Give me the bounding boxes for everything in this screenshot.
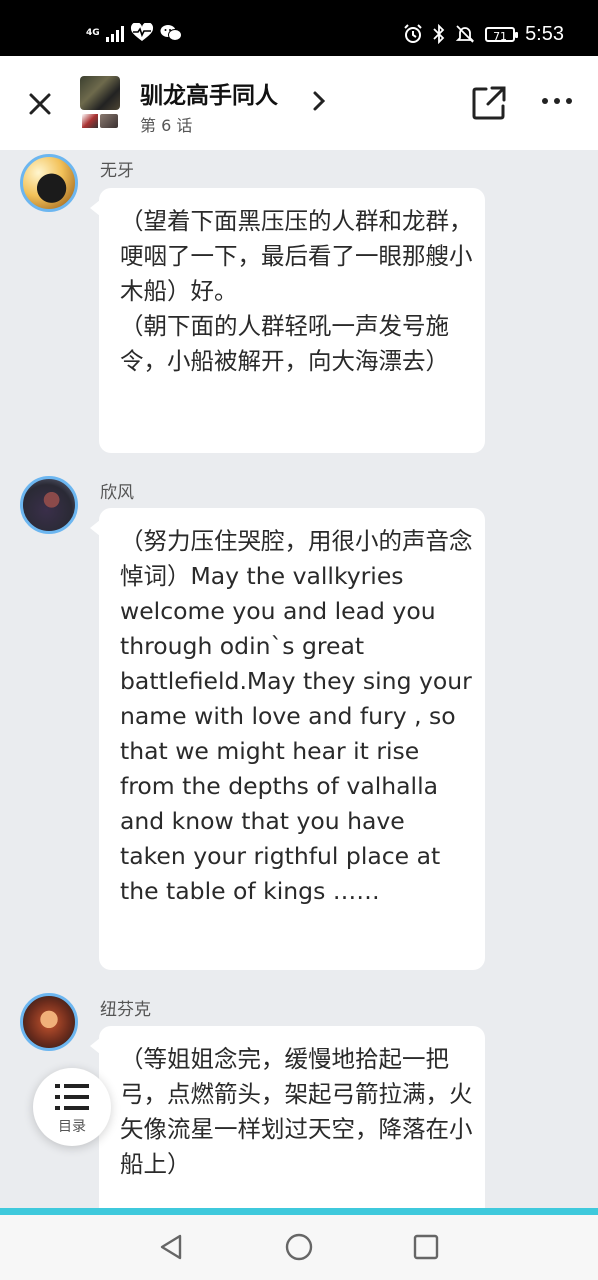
avatar[interactable] bbox=[20, 154, 78, 212]
share-icon[interactable] bbox=[470, 84, 508, 122]
battery-icon: 71 bbox=[485, 26, 519, 43]
progress-accent-line bbox=[0, 1208, 598, 1215]
avatar[interactable] bbox=[20, 476, 78, 534]
message-bubble: （努力压住哭腔，用很小的声音念悼词）May the vallkyries wel… bbox=[90, 508, 485, 970]
status-bar: 4G 71 5:53 bbox=[0, 0, 598, 56]
close-icon[interactable] bbox=[24, 88, 56, 120]
cover-image bbox=[80, 76, 120, 110]
heart-rate-icon bbox=[130, 23, 154, 41]
more-icon[interactable] bbox=[540, 94, 574, 108]
status-right: 71 5:53 bbox=[403, 20, 564, 48]
speaker-name: 纽芬克 bbox=[100, 1000, 151, 1020]
toc-label: 目录 bbox=[58, 1119, 86, 1135]
message-bubble: （等姐姐念完，缓慢地拾起一把弓，点燃箭头，架起弓箭拉满，火矢像流星一样划过天空，… bbox=[90, 1026, 485, 1226]
home-icon[interactable] bbox=[285, 1233, 313, 1261]
app-header: 驯龙高手同人 第 6 话 bbox=[0, 56, 598, 150]
bluetooth-icon bbox=[433, 24, 445, 44]
speaker-name: 无牙 bbox=[100, 161, 134, 181]
recent-apps-icon[interactable] bbox=[413, 1234, 439, 1260]
network-type: 4G bbox=[86, 27, 100, 38]
character-thumb bbox=[82, 114, 98, 128]
system-nav-bar bbox=[0, 1215, 598, 1280]
speaker-name: 欣风 bbox=[100, 483, 134, 503]
alarm-icon bbox=[404, 24, 422, 43]
list-icon bbox=[55, 1084, 89, 1110]
wechat-icon bbox=[160, 25, 182, 41]
clock: 5:53 bbox=[525, 22, 564, 45]
signal-icon bbox=[106, 24, 124, 42]
character-thumb bbox=[100, 114, 118, 128]
story-thumbnail[interactable] bbox=[80, 76, 122, 130]
status-left: 4G bbox=[86, 22, 182, 44]
toc-button[interactable]: 目录 bbox=[33, 1068, 111, 1146]
chevron-right-icon[interactable] bbox=[308, 90, 330, 112]
page-title[interactable]: 驯龙高手同人 bbox=[140, 76, 278, 110]
episode-label: 第 6 话 bbox=[140, 116, 193, 135]
mute-icon bbox=[455, 25, 475, 43]
message-bubble: （望着下面黑压压的人群和龙群，哽咽了一下，最后看了一眼那艘小木船）好。 （朝下面… bbox=[90, 188, 485, 453]
back-icon[interactable] bbox=[158, 1233, 184, 1261]
avatar[interactable] bbox=[20, 993, 78, 1051]
